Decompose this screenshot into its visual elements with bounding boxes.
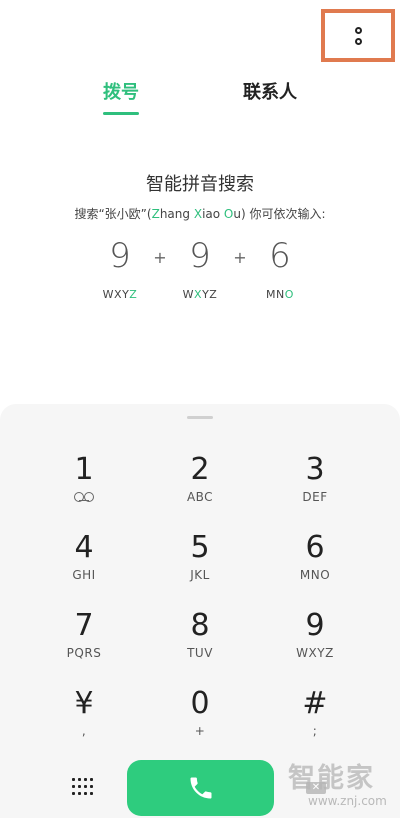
key-8[interactable]: 8 TUV <box>145 608 255 678</box>
smart-pinyin-description: 搜索“张小欧”(Zhang Xiao Ou) 你可依次输入: <box>74 207 326 221</box>
key-0[interactable]: 0 + <box>145 686 255 756</box>
key-1[interactable]: 1 <box>29 452 139 522</box>
key-5[interactable]: 5 JKL <box>145 530 255 600</box>
dialpad-toggle-icon[interactable] <box>72 778 94 796</box>
example-plus: + <box>153 248 167 267</box>
example-letters: MNO <box>266 288 294 301</box>
smart-pinyin-title: 智能拼音搜索 <box>146 174 254 195</box>
pinyin-example: 9 + 9 + 6 WXYZ WXYZ MNO <box>0 236 400 306</box>
example-digit: 6 <box>269 236 291 276</box>
example-plus: + <box>233 248 247 267</box>
key-4[interactable]: 4 GHI <box>29 530 139 600</box>
voicemail-icon <box>74 492 94 502</box>
call-button[interactable] <box>127 760 274 816</box>
key-7[interactable]: 7 PQRS <box>29 608 139 678</box>
key-3[interactable]: 3 DEF <box>260 452 370 522</box>
backspace-icon: ✕ <box>306 782 326 794</box>
example-digit: 9 <box>109 236 131 276</box>
tab-dial[interactable]: 拨号 <box>76 78 166 104</box>
watermark-logo: 智能家 ✕ www.znj.com <box>288 763 387 808</box>
example-letters: WXYZ <box>102 288 138 301</box>
more-vertical-icon <box>353 26 363 45</box>
tab-active-indicator <box>103 112 139 115</box>
more-options-button[interactable] <box>321 9 395 62</box>
phone-icon <box>190 777 211 799</box>
key-star[interactable]: ¥ , <box>29 686 139 756</box>
drag-handle[interactable] <box>187 416 213 419</box>
tab-bar: 拨号 联系人 <box>0 78 400 118</box>
example-letters: WXYZ <box>182 288 218 301</box>
key-hash[interactable]: # ; <box>260 686 370 756</box>
tab-contacts[interactable]: 联系人 <box>225 78 315 104</box>
key-2[interactable]: 2 ABC <box>145 452 255 522</box>
key-6[interactable]: 6 MNO <box>260 530 370 600</box>
key-9[interactable]: 9 WXYZ <box>260 608 370 678</box>
example-digit: 9 <box>189 236 211 276</box>
